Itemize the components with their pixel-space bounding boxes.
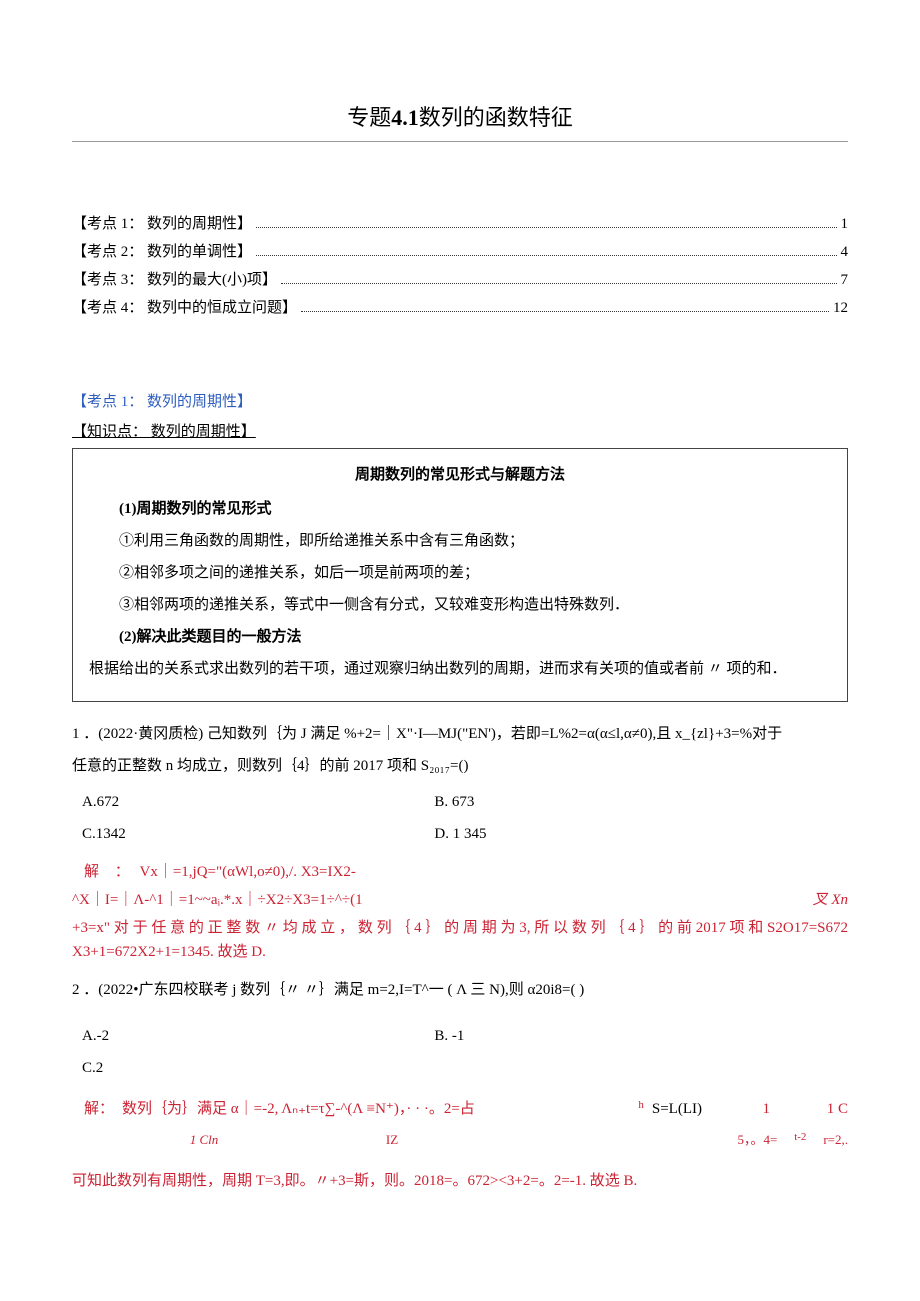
option-d <box>434 1056 786 1080</box>
question-2: 2 ．(2022•广东四校联考 j 数列｛〃 〃｝满足 m=2,I=T^一 ( … <box>72 978 848 1193</box>
q2-sol-row-1: 解： 数列｛为｝满足 α｜=-2, Λₙ₊t=τ∑-^(Λ ≡N⁺)，· · ·… <box>84 1094 848 1126</box>
option-d: D. 1 345 <box>434 822 786 846</box>
q2-sol-frag-2c: 5，。4= <box>737 1126 777 1153</box>
q2-sol-row-2: 1 Cln IZ 5，。4= t-2 r=2,. <box>84 1126 848 1153</box>
q1-solution-label: 解 ： Vx｜=1,jQ="(αWl,o≠0),/. X3=IX2- <box>84 860 848 884</box>
toc-page: 7 <box>841 268 849 292</box>
q1-solution-line-2: ^X｜I=｜Λ-^1｜=1~~aᵢ.*.x｜÷X2÷X3=1÷^÷(1 叉 Xn <box>72 888 848 912</box>
q2-sol-frag-c: S=L(LI) <box>652 1094 702 1126</box>
q1-sol-frag-2-left: ^X｜I=｜Λ-^1｜=1~~aᵢ.*.x｜÷X2÷X3=1÷^÷(1 <box>72 888 363 912</box>
question-1: 1 ．(2022·黄冈质检) 己知数列｛为 J 满足 %+2=｜X"·I—MJ(… <box>72 722 848 964</box>
q2-sol-frag-d: 1 <box>710 1094 770 1126</box>
option-c: C.1342 <box>82 822 434 846</box>
q2-sol-frag-2d: r=2,. <box>823 1126 848 1153</box>
box-line: 根据给出的关系式求出数列的若干项，通过观察归纳出数列的周期，进而求有关项的值或者… <box>89 657 831 681</box>
q2-sol-frag-a: 数列｛为｝满足 α｜=-2, Λₙ₊t=τ∑-^(Λ ≡N⁺)，· · ·。2=… <box>122 1094 630 1126</box>
option-b: B. 673 <box>434 790 786 814</box>
toc-dots <box>281 270 837 285</box>
toc-label: 【考点 4： 数列中的恒成立问题】 <box>72 296 297 320</box>
toc-page: 12 <box>833 296 848 320</box>
summary-box: 周期数列的常见形式与解题方法 (1)周期数列的常见形式 ①利用三角函数的周期性，… <box>72 448 848 702</box>
box-line: ③相邻两项的递推关系，等式中一侧含有分式，又较难变形构造出特殊数列． <box>89 593 831 617</box>
q2-sol-label: 解： <box>84 1094 114 1126</box>
solution-label-text: 解 ： <box>84 864 136 880</box>
q2-sol-frag-2a: 1 Cln <box>84 1126 324 1153</box>
toc-item: 【考点 3： 数列的最大(小)项】 7 <box>72 268 848 292</box>
toc-label: 【考点 1： 数列的周期性】 <box>72 212 252 236</box>
q2-solution-block: 解： 数列｛为｝满足 α｜=-2, Λₙ₊t=τ∑-^(Λ ≡N⁺)，· · ·… <box>84 1094 848 1153</box>
q1-text-line-1: 1 ．(2022·黄冈质检) 己知数列｛为 J 满足 %+2=｜X"·I—MJ(… <box>72 722 848 746</box>
toc-item: 【考点 2： 数列的单调性】 4 <box>72 240 848 264</box>
q2-solution-final: 可知此数列有周期性，周期 T=3,即。〃+3=斯，则。2018=。672><3+… <box>72 1169 848 1193</box>
table-of-contents: 【考点 1： 数列的周期性】 1 【考点 2： 数列的单调性】 4 【考点 3：… <box>72 212 848 320</box>
option-a: A.672 <box>82 790 434 814</box>
toc-page: 4 <box>841 240 849 264</box>
q1-solution-line-3: +3=x" 对 于 任 意 的 正 整 数 〃 均 成 立 ， 数 列 ｛ 4 … <box>72 916 848 964</box>
box-sub-2: (2)解决此类题目的一般方法 <box>89 625 831 649</box>
q2-text: 2 ．(2022•广东四校联考 j 数列｛〃 〃｝满足 m=2,I=T^一 ( … <box>72 978 848 1002</box>
q1-text-line-2: 任意的正整数 n 均成立，则数列｛4｝的前 2017 项和 S₂₀₁₇=() <box>72 754 848 778</box>
toc-dots <box>256 214 836 229</box>
q2-sol-frag-b: h <box>638 1094 644 1117</box>
toc-item: 【考点 1： 数列的周期性】 1 <box>72 212 848 236</box>
knowledge-underline: 【知识点： 数列的周期性】 <box>72 424 256 440</box>
option-b: B. -1 <box>434 1024 786 1048</box>
q2-options: A.-2 B. -1 C.2 <box>82 1020 848 1084</box>
toc-page: 1 <box>841 212 849 236</box>
box-title: 周期数列的常见形式与解题方法 <box>89 463 831 487</box>
q1-sol-frag-2-right: 叉 Xn <box>813 888 848 912</box>
box-sub-1: (1)周期数列的常见形式 <box>89 497 831 521</box>
q2-sol-frag-2b: IZ <box>332 1126 452 1153</box>
q1-sol-frag-1: Vx｜=1,jQ="(αWl,o≠0),/. X3=IX2- <box>140 864 356 880</box>
title-number: 4.1 <box>391 105 419 130</box>
q2-sol-frag-e: 1 C <box>778 1094 848 1126</box>
section-heading-exam-point: 【考点 1： 数列的周期性】 <box>72 390 848 414</box>
toc-label: 【考点 2： 数列的单调性】 <box>72 240 252 264</box>
title-pre: 专题 <box>347 105 391 130</box>
box-line: ②相邻多项之间的递推关系，如后一项是前两项的差； <box>89 561 831 585</box>
q1-options: A.672 B. 673 C.1342 D. 1 345 <box>82 786 848 850</box>
toc-dots <box>301 298 829 313</box>
toc-item: 【考点 4： 数列中的恒成立问题】 12 <box>72 296 848 320</box>
title-post: 数列的函数特征 <box>419 105 573 130</box>
document-title: 专题4.1数列的函数特征 <box>72 100 848 142</box>
section-heading-knowledge: 【知识点： 数列的周期性】 <box>72 420 848 444</box>
option-c: C.2 <box>82 1056 434 1080</box>
toc-dots <box>256 242 836 257</box>
option-a: A.-2 <box>82 1024 434 1048</box>
box-line: ①利用三角函数的周期性，即所给递推关系中含有三角函数； <box>89 529 831 553</box>
q2-sol-frag-2e: t-2 <box>785 1126 815 1153</box>
toc-label: 【考点 3： 数列的最大(小)项】 <box>72 268 277 292</box>
